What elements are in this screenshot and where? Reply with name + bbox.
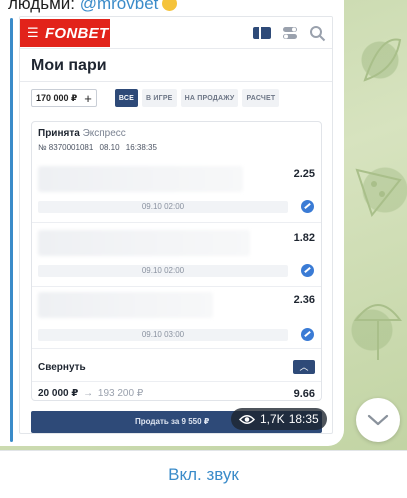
menu-icon: ☰ — [27, 25, 39, 40]
filter-live: В ИГРЕ — [142, 89, 177, 107]
leg-status-icon — [301, 328, 314, 341]
leg-status-icon — [301, 264, 314, 277]
bet-stake: 20 000 ₽ — [38, 388, 79, 399]
collapse-label: Свернуть — [38, 362, 86, 373]
leg-date: 09.10 03:00 — [38, 329, 288, 341]
quote-bar — [10, 18, 13, 442]
eye-icon — [239, 414, 255, 425]
bet-meta: № 8370001081 08.10 16:38:35 — [38, 143, 161, 152]
doodle-pizza-icon — [355, 168, 402, 218]
filter-row: 170 000 ₽ + ВСЕ В ИГРЕ НА ПРОДАЖУ РАСЧЕТ — [31, 89, 280, 107]
doodle-leaf-icon — [363, 38, 402, 82]
caption-text: людьми: — [8, 0, 80, 13]
amount-selector: 170 000 ₽ + — [31, 89, 97, 107]
message-bubble: людьми: @mrovbet ☰ FONBET Мои пари 170 0… — [0, 0, 344, 446]
filter-for-sale: НА ПРОДАЖУ — [180, 89, 239, 107]
bet-total-line: 20 000 ₽ → 193 200 ₽ — [38, 388, 143, 399]
leg-separator — [32, 348, 321, 349]
chevron-down-icon — [367, 414, 389, 426]
coupon-icon — [253, 27, 271, 39]
leg-separator — [32, 222, 321, 223]
bet-payout: 193 200 ₽ — [97, 388, 144, 399]
bet-total-odds: 9.66 — [293, 388, 315, 400]
divider — [20, 81, 332, 82]
enable-sound-button[interactable]: Вкл. звук — [168, 465, 239, 485]
doodle-umbrella-icon — [354, 304, 402, 360]
chevron-up-icon: ︿ — [293, 360, 315, 374]
arrow-right-icon: → — [83, 388, 94, 399]
leg-date: 09.10 02:00 — [38, 201, 288, 213]
leg-separator — [32, 381, 321, 382]
toggle-icon — [283, 27, 297, 39]
channel-mention-link[interactable]: @mrovbet — [80, 0, 159, 13]
message-caption: людьми: @mrovbet — [8, 0, 178, 14]
leg-odds: 2.25 — [293, 168, 315, 180]
leg-event-blurred — [38, 166, 243, 192]
views-count: 1,7K — [260, 412, 285, 426]
sell-label: Продать за 9 550 ₽ — [135, 417, 210, 426]
fonbet-header: ☰ FONBET — [20, 17, 332, 49]
filter-settled: РАСЧЕТ — [242, 89, 280, 107]
leg-status-icon — [301, 200, 314, 213]
bet-card: Принята Экспресс № 8370001081 08.10 16:3… — [31, 121, 322, 401]
views-counter: 1,7K 18:35 — [231, 408, 327, 430]
leg-odds: 1.82 — [293, 232, 315, 244]
bet-kind: Экспресс — [82, 128, 126, 139]
amount-value: 170 000 ₽ — [36, 92, 78, 103]
bet-status-line: Принята Экспресс — [38, 128, 126, 139]
bet-date: 08.10 — [99, 143, 120, 152]
message-time: 18:35 — [288, 412, 319, 426]
search-icon — [310, 26, 326, 42]
leg-date: 09.10 02:00 — [38, 265, 288, 277]
fonbet-logo: ☰ FONBET — [20, 19, 110, 47]
leg-separator — [32, 286, 321, 287]
bet-number: № 8370001081 — [38, 143, 94, 152]
bet-status: Принята — [38, 128, 80, 139]
filter-gap — [101, 89, 111, 107]
page-title: Мои пари — [31, 57, 107, 74]
bet-screenshot[interactable]: ☰ FONBET Мои пари 170 000 ₽ + ВСЕ В ИГРЕ… — [19, 16, 333, 434]
filter-all: ВСЕ — [114, 89, 139, 107]
plus-icon: + — [84, 90, 92, 106]
leg-odds: 2.36 — [293, 294, 315, 306]
fonbet-logo-text: FONBET — [44, 24, 109, 42]
bottom-bar: Вкл. звук — [0, 450, 407, 498]
scroll-down-button[interactable] — [356, 398, 400, 442]
leg-event-blurred — [38, 292, 213, 318]
leg-event-blurred — [38, 230, 250, 256]
bet-time: 16:38:35 — [125, 143, 157, 152]
emoji-icon — [162, 0, 178, 11]
